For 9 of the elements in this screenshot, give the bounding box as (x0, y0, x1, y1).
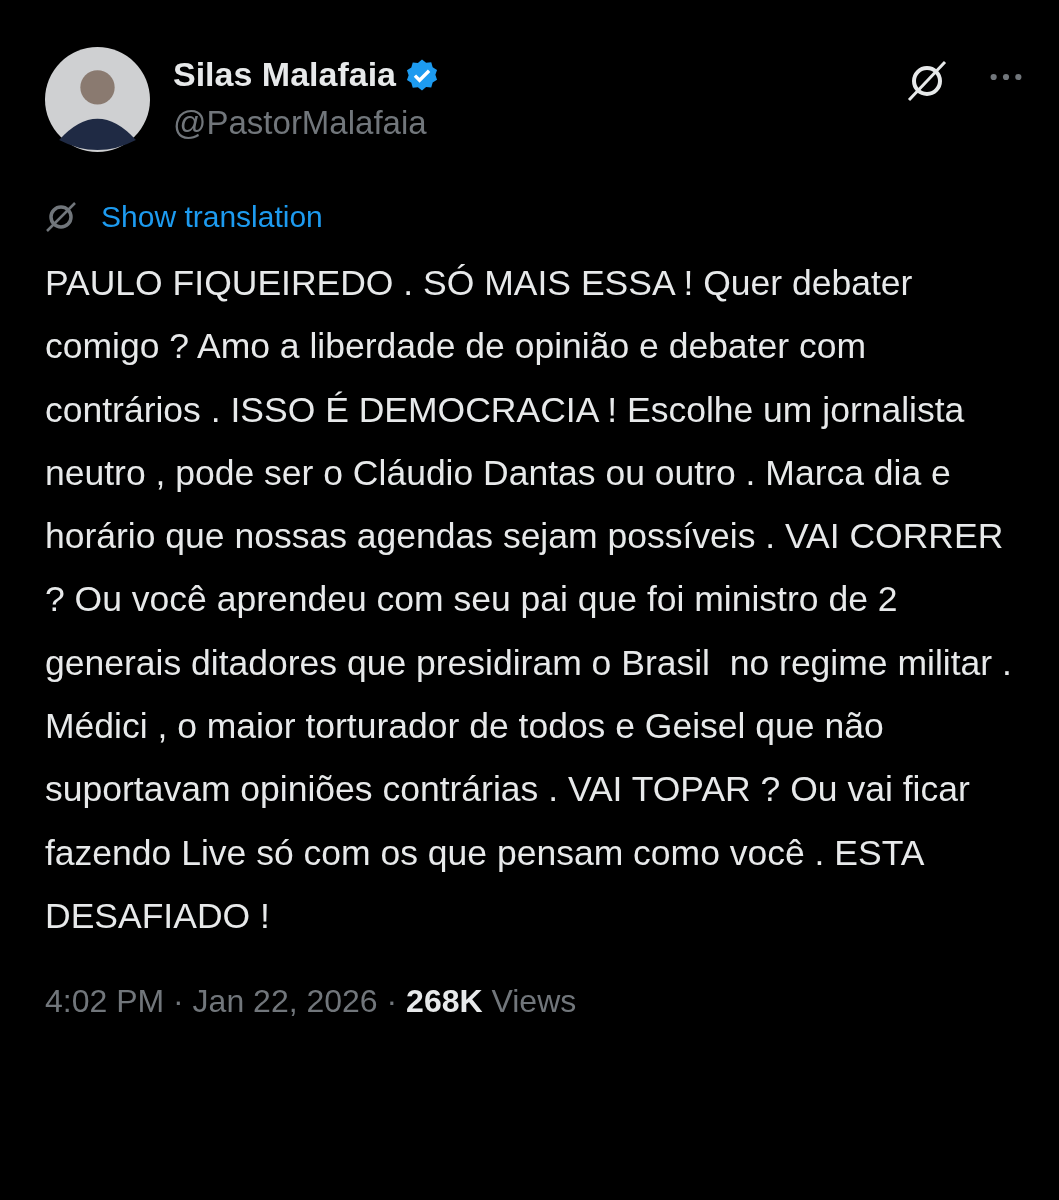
author-name[interactable]: Silas Malafaia (173, 55, 396, 94)
avatar[interactable] (45, 47, 150, 152)
slashed-circle-icon (45, 201, 77, 233)
show-translation-link[interactable]: Show translation (101, 200, 323, 234)
slashed-circle-icon[interactable] (905, 59, 949, 103)
post-meta: 4:02 PM · Jan 22, 2026 · 268K Views (45, 983, 578, 1021)
author-handle[interactable]: @PastorMalafaia (173, 104, 905, 142)
post-text: PAULO FIQUEIREDO . SÓ MAIS ESSA ! Quer debater comigo ? Amo a liberdade de opinião e debater com contrários . ISSO É DEMOCRACIA ! Escolhe um jornalista neutro , pode ser o Cláudio Dantas ou outro . Marca dia e horário que nossas agendas sejam possíveis . VAI CORRER ? Ou você aprendeu com seu pai que foi ministro de 2 generais ditadores que presidiram o Brasil no regime militar . Médici , o maior torturador de todos e Geisel que não suportavam opiniões contrárias . VAI TOPAR ? Ou vai ficar fazendo Live só com os que pensam como você . ESTA DESAFIADO ! (45, 262, 1013, 938)
more-icon[interactable] (989, 72, 1023, 82)
